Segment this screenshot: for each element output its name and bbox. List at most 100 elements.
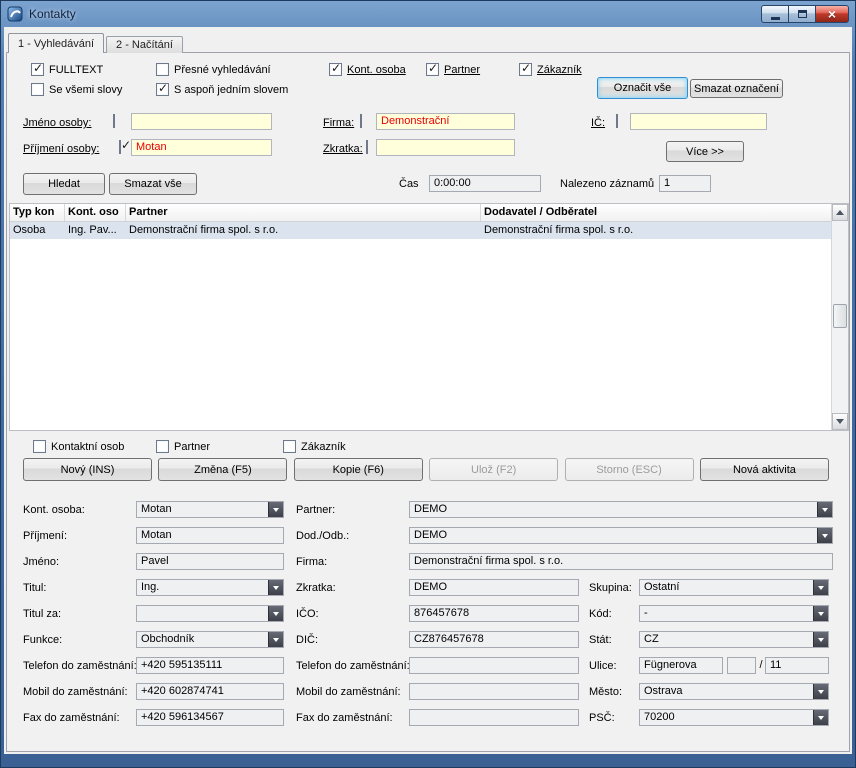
checkbox-box[interactable] xyxy=(33,440,46,453)
search-button[interactable]: Hledat xyxy=(23,173,105,195)
new-button[interactable]: Nový (INS) xyxy=(23,458,152,481)
mobil-zam-2-field[interactable] xyxy=(409,683,579,700)
close-button[interactable]: × xyxy=(815,5,849,23)
titul-za-combo[interactable] xyxy=(136,605,284,622)
column-header-kont-osoba[interactable]: Kont. oso xyxy=(65,204,126,221)
checkbox-kontaktni-osob[interactable]: Kontaktní osob xyxy=(33,439,124,454)
checkbox-partner-bottom[interactable]: Partner xyxy=(156,439,210,454)
tab-vyhledavani[interactable]: 1 - Vyhledávání xyxy=(8,33,105,53)
ulice-cislo-field[interactable] xyxy=(727,657,756,674)
edit-button[interactable]: Změna (F5) xyxy=(158,458,288,481)
telefon-zam-field[interactable]: +420 595135111 xyxy=(136,657,284,674)
kont-osoba-combo[interactable]: Motan xyxy=(136,501,284,518)
checkbox-fulltext[interactable]: FULLTEXT xyxy=(31,61,103,77)
mobil-zam-field[interactable]: +420 602874741 xyxy=(136,683,284,700)
clear-all-button[interactable]: Smazat vše xyxy=(109,173,197,195)
title-bar[interactable]: Kontakty × xyxy=(0,0,856,27)
dropdown-arrow-icon[interactable] xyxy=(813,606,828,621)
dropdown-arrow-icon[interactable] xyxy=(268,580,283,595)
input-jmeno-osoby[interactable] xyxy=(131,113,272,130)
cancel-button[interactable]: Storno (ESC) xyxy=(564,458,694,481)
input-ic[interactable] xyxy=(630,113,767,130)
zkratka-field[interactable]: DEMO xyxy=(409,579,579,596)
checkbox-presne-vyhledavani[interactable]: Přesné vyhledávání xyxy=(156,62,271,77)
input-prijmeni-osoby[interactable]: Motan xyxy=(131,139,272,156)
checkbox-firma[interactable] xyxy=(360,114,362,128)
column-header-dodavatel[interactable]: Dodavatel / Odběratel xyxy=(481,204,848,221)
checkbox-box[interactable] xyxy=(156,63,169,76)
table-row[interactable]: Osoba Ing. Pav... Demonstrační firma spo… xyxy=(10,222,848,239)
checkbox-zkratka[interactable] xyxy=(366,140,368,154)
column-header-partner[interactable]: Partner xyxy=(126,204,481,221)
dic-field[interactable]: CZ876457678 xyxy=(409,631,579,648)
fax-zam-field[interactable]: +420 596134567 xyxy=(136,709,284,726)
more-button[interactable]: Více >> xyxy=(666,141,744,162)
dropdown-arrow-icon[interactable] xyxy=(813,684,828,699)
scrollbar-thumb[interactable] xyxy=(833,304,847,328)
dod-odb-combo[interactable]: DEMO xyxy=(409,527,833,544)
checkbox-box[interactable] xyxy=(329,61,342,76)
label-zkratka-detail: Zkratka: xyxy=(296,582,336,594)
new-activity-button[interactable]: Nová aktivita xyxy=(699,458,829,481)
label-stat: Stát: xyxy=(589,634,612,646)
checkbox-kont-osoba[interactable]: Kont. osoba xyxy=(329,61,406,77)
dropdown-arrow-icon[interactable] xyxy=(268,502,283,517)
dropdown-arrow-icon[interactable] xyxy=(817,502,832,517)
dropdown-arrow-icon[interactable] xyxy=(817,528,832,543)
jmeno-field[interactable]: Pavel xyxy=(136,553,284,570)
checkbox-partner[interactable]: Partner xyxy=(426,61,480,77)
checkbox-ic[interactable] xyxy=(616,114,618,128)
checkbox-zakaznik[interactable]: Zákazník xyxy=(519,61,582,77)
dropdown-arrow-icon[interactable] xyxy=(268,632,283,647)
dropdown-arrow-icon[interactable] xyxy=(813,710,828,725)
copy-button[interactable]: Kopie (F6) xyxy=(293,458,423,481)
select-all-button[interactable]: Označit vše xyxy=(597,77,688,99)
fax-zam-2-field[interactable] xyxy=(409,709,579,726)
field-value: Ing. xyxy=(141,581,160,593)
minimize-button[interactable] xyxy=(761,5,789,23)
field-value: CZ876457678 xyxy=(414,633,484,645)
kod-combo[interactable]: - xyxy=(639,605,829,622)
checkbox-jmeno-osoby[interactable] xyxy=(113,114,115,128)
tab-nacitani[interactable]: 2 - Načítání xyxy=(106,36,183,53)
ico-field[interactable]: 876457678 xyxy=(409,605,579,622)
ulice-field[interactable]: Fügnerova xyxy=(639,657,723,674)
checkbox-box[interactable] xyxy=(156,81,169,96)
column-header-typ[interactable]: Typ kon xyxy=(10,204,65,221)
input-firma[interactable]: Demonstrační xyxy=(376,113,515,130)
dropdown-arrow-icon[interactable] xyxy=(813,632,828,647)
scroll-up-button[interactable] xyxy=(832,204,848,221)
save-button[interactable]: Ulož (F2) xyxy=(429,458,559,481)
input-zkratka[interactable] xyxy=(376,139,515,156)
maximize-button[interactable] xyxy=(788,5,816,23)
mesto-combo[interactable]: Ostrava xyxy=(639,683,829,700)
checkbox-box[interactable] xyxy=(426,61,439,76)
checkbox-box[interactable] xyxy=(156,440,169,453)
checkbox-prijmeni-osoby[interactable] xyxy=(119,140,121,154)
checkbox-s-aspon-jednim-slovem[interactable]: S aspoň jedním slovem xyxy=(156,81,288,97)
checkbox-zakaznik-bottom[interactable]: Zákazník xyxy=(283,439,346,454)
dropdown-arrow-icon[interactable] xyxy=(268,606,283,621)
partner-combo[interactable]: DEMO xyxy=(409,501,833,518)
prijmeni-field[interactable]: Motan xyxy=(136,527,284,544)
skupina-combo[interactable]: Ostatní xyxy=(639,579,829,596)
scroll-down-button[interactable] xyxy=(832,413,848,430)
checkbox-box[interactable] xyxy=(283,440,296,453)
checkbox-box[interactable] xyxy=(519,61,532,76)
ulice-cislo-2-field[interactable]: 11 xyxy=(765,657,829,674)
funkce-combo[interactable]: Obchodník xyxy=(136,631,284,648)
checkbox-box[interactable] xyxy=(31,61,44,76)
titul-combo[interactable]: Ing. xyxy=(136,579,284,596)
clear-selection-button[interactable]: Smazat označení xyxy=(690,79,783,98)
label-funkce: Funkce: xyxy=(23,634,63,646)
telefon-zam-2-field[interactable] xyxy=(409,657,579,674)
results-table[interactable]: Typ kon Kont. oso Partner Dodavatel / Od… xyxy=(9,203,849,431)
firma-field[interactable]: Demonstrační firma spol. s r.o. xyxy=(409,553,833,570)
dropdown-arrow-icon[interactable] xyxy=(813,580,828,595)
vertical-scrollbar[interactable] xyxy=(831,204,848,430)
checkbox-box[interactable] xyxy=(31,83,44,96)
stat-combo[interactable]: CZ xyxy=(639,631,829,648)
cell-typ: Osoba xyxy=(13,224,46,236)
checkbox-se-vsemi-slovy[interactable]: Se všemi slovy xyxy=(31,82,122,97)
psc-combo[interactable]: 70200 xyxy=(639,709,829,726)
